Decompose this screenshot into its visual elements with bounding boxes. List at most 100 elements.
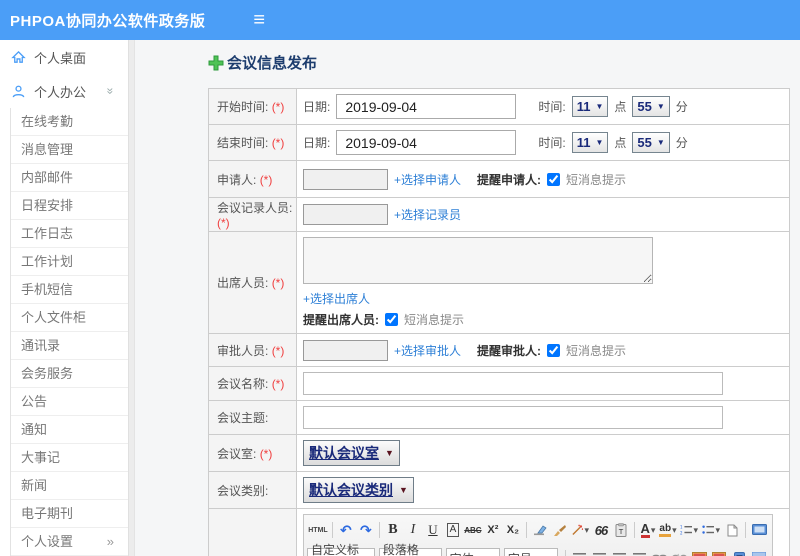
sidebar-item-work-plan[interactable]: 工作计划 bbox=[11, 248, 128, 276]
subscript-icon[interactable]: X₂ bbox=[503, 520, 523, 540]
format-brush-icon[interactable] bbox=[550, 520, 570, 540]
sidebar-item-mobile-sms[interactable]: 手机短信 bbox=[11, 276, 128, 304]
attendees-sms-checkbox[interactable] bbox=[385, 313, 398, 326]
form-row-applicant: 申请人: (*) +选择申请人 提醒申请人: 短消息提示 bbox=[208, 160, 790, 198]
sidebar-item-work-log[interactable]: 工作日志 bbox=[11, 220, 128, 248]
sms-hint-label: 短消息提示 bbox=[566, 343, 627, 358]
undo-icon[interactable]: ↶ bbox=[336, 520, 356, 540]
sidebar-item-announcement[interactable]: 公告 bbox=[11, 388, 128, 416]
meeting-category-select[interactable]: 默认会议类别 bbox=[303, 477, 414, 503]
form-row-end-time: 结束时间: (*) 日期: 时间: 11 点 55 分 bbox=[208, 124, 790, 161]
fullscreen-icon[interactable] bbox=[749, 520, 769, 540]
sidebar-item-internal-mail[interactable]: 内部邮件 bbox=[11, 164, 128, 192]
font-size-select[interactable]: 字号 bbox=[503, 548, 558, 556]
unlink-icon[interactable] bbox=[669, 548, 689, 556]
sidebar-item-contacts[interactable]: 通讯录 bbox=[11, 332, 128, 360]
minute-suffix: 分 bbox=[675, 100, 688, 114]
meeting-room-select[interactable]: 默认会议室 bbox=[303, 440, 400, 466]
ordered-list-icon[interactable]: 12 bbox=[678, 520, 700, 540]
approver-input[interactable] bbox=[303, 339, 388, 361]
header-bar: PHPOA协同办公软件政务版 ≡ bbox=[0, 0, 800, 40]
insert-image-icon[interactable] bbox=[709, 548, 729, 556]
align-right-icon[interactable] bbox=[609, 548, 629, 556]
table-icon[interactable] bbox=[749, 548, 769, 556]
heading-style-select[interactable]: 自定义标题 bbox=[307, 543, 375, 556]
italic-icon[interactable]: I bbox=[403, 520, 423, 540]
sidebar-item-online-attendance[interactable]: 在线考勤 bbox=[11, 108, 128, 136]
pick-recorder-link[interactable]: +选择记录员 bbox=[394, 206, 461, 223]
recorder-input[interactable] bbox=[303, 204, 388, 225]
svg-text:1: 1 bbox=[680, 525, 683, 530]
sms-hint-label: 短消息提示 bbox=[404, 313, 465, 327]
form-row-meeting-name: 会议名称: (*) bbox=[208, 366, 790, 401]
meeting-name-input[interactable] bbox=[303, 372, 723, 395]
sidebar-item-personal-office[interactable]: 个人办公 » bbox=[0, 74, 128, 108]
sidebar-item-news[interactable]: 新闻 bbox=[11, 472, 128, 500]
approver-sms-checkbox[interactable] bbox=[547, 343, 561, 357]
pick-applicant-link[interactable]: +选择申请人 bbox=[394, 171, 461, 188]
applicant-input[interactable] bbox=[303, 168, 388, 190]
date-label: 日期: bbox=[303, 100, 331, 114]
sidebar-item-schedule[interactable]: 日程安排 bbox=[11, 192, 128, 220]
font-family-select[interactable]: 字体 bbox=[445, 548, 500, 556]
chevron-right-icon: » bbox=[106, 534, 114, 549]
sidebar-item-message-management[interactable]: 消息管理 bbox=[11, 136, 128, 164]
font-color-icon[interactable]: A bbox=[640, 522, 650, 538]
sms-hint-label: 短消息提示 bbox=[566, 172, 627, 187]
paragraph-format-select[interactable]: 段落格式 bbox=[378, 543, 442, 556]
new-document-icon[interactable] bbox=[722, 520, 742, 540]
pick-attendees-link[interactable]: +选择出席人 bbox=[303, 292, 370, 306]
sidebar-item-memorabilia[interactable]: 大事记 bbox=[11, 444, 128, 472]
start-hour-select[interactable]: 11 bbox=[571, 96, 609, 117]
form-row-meeting-room: 会议室: (*) 默认会议室 bbox=[208, 434, 790, 472]
unordered-list-icon[interactable] bbox=[700, 520, 722, 540]
home-icon bbox=[10, 49, 26, 65]
underline-icon[interactable]: U bbox=[423, 520, 443, 540]
strikethrough-icon[interactable]: ABC bbox=[463, 520, 483, 540]
attendees-textarea[interactable] bbox=[303, 237, 653, 284]
required-mark: (*) bbox=[271, 136, 285, 150]
superscript-icon[interactable]: X² bbox=[483, 520, 503, 540]
image-icon[interactable] bbox=[689, 548, 709, 556]
hamburger-menu-icon[interactable]: ≡ bbox=[253, 10, 265, 30]
align-left-icon[interactable] bbox=[569, 548, 589, 556]
required-mark: (*) bbox=[271, 377, 285, 391]
quick-format-icon[interactable] bbox=[570, 520, 591, 540]
sidebar-item-notice[interactable]: 通知 bbox=[11, 416, 128, 444]
user-icon bbox=[10, 83, 26, 99]
start-minute-select[interactable]: 55 bbox=[632, 96, 670, 117]
media-icon[interactable] bbox=[729, 548, 749, 556]
blockquote-icon[interactable]: 66 bbox=[591, 520, 611, 540]
time-label: 时间: bbox=[538, 136, 566, 150]
redo-icon[interactable]: ↷ bbox=[356, 520, 376, 540]
sidebar-item-personal-file-cabinet[interactable]: 个人文件柜 bbox=[11, 304, 128, 332]
form-row-attendees: 出席人员: (*) +选择出席人 提醒出席人员: 短消息提示 bbox=[208, 231, 790, 334]
pick-approver-link[interactable]: +选择审批人 bbox=[394, 342, 461, 359]
chevron-down-icon: » bbox=[103, 87, 118, 95]
end-hour-select[interactable]: 11 bbox=[571, 132, 609, 153]
form-row-meeting-topic: 会议主题: bbox=[208, 400, 790, 435]
highlight-color-icon[interactable]: ab bbox=[659, 523, 672, 537]
sidebar-item-conference-service[interactable]: 会务服务 bbox=[11, 360, 128, 388]
sidebar-scrollbar[interactable] bbox=[128, 40, 135, 556]
sidebar-item-label: 个人桌面 bbox=[34, 50, 87, 66]
align-justify-icon[interactable] bbox=[629, 548, 649, 556]
end-minute-select[interactable]: 55 bbox=[632, 132, 670, 153]
app-window: PHPOA协同办公软件政务版 ≡ 个人桌面 个人办公 » 在线考勤 消息管理 内… bbox=[0, 0, 800, 556]
eraser-icon[interactable] bbox=[530, 520, 550, 540]
paste-icon[interactable]: T bbox=[611, 520, 631, 540]
add-plus-icon bbox=[208, 55, 224, 71]
meeting-topic-input[interactable] bbox=[303, 406, 723, 429]
html-source-icon[interactable]: HTML bbox=[307, 520, 329, 540]
sidebar-item-personal-settings[interactable]: 个人设置 » bbox=[11, 528, 128, 556]
sidebar-item-personal-desktop[interactable]: 个人桌面 bbox=[0, 40, 128, 74]
sidebar-item-e-journal[interactable]: 电子期刊 bbox=[11, 500, 128, 528]
bold-icon[interactable]: B bbox=[383, 520, 403, 540]
applicant-sms-checkbox[interactable] bbox=[547, 172, 561, 186]
start-date-input[interactable] bbox=[336, 94, 517, 119]
align-center-icon[interactable] bbox=[589, 548, 609, 556]
link-icon[interactable] bbox=[649, 548, 669, 556]
end-date-input[interactable] bbox=[336, 130, 517, 155]
remind-applicant-label: 提醒申请人: bbox=[477, 172, 542, 187]
font-style-icon[interactable]: A bbox=[446, 523, 460, 537]
